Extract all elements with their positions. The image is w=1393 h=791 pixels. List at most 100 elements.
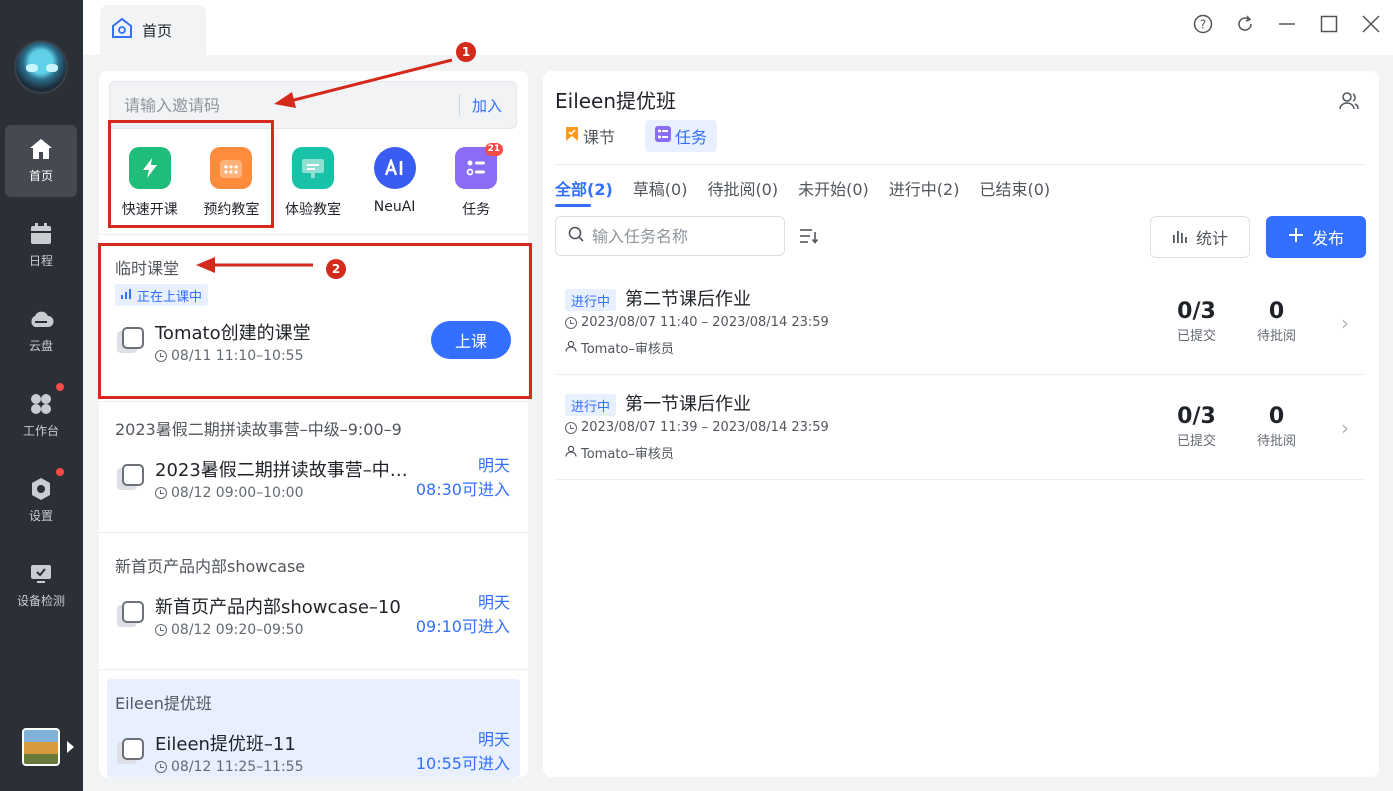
join-button[interactable]: 加入 bbox=[472, 95, 502, 116]
cloud-icon bbox=[28, 307, 54, 331]
app-label: 预约教室 bbox=[203, 202, 260, 218]
class-name[interactable]: 新首页产品内部showcase–10 bbox=[155, 593, 401, 619]
bar-chart-icon bbox=[1172, 228, 1188, 247]
classroom-icon bbox=[117, 601, 145, 629]
subtab-tasks[interactable]: 任务 bbox=[645, 120, 718, 152]
time-text: 08/11 11:10–10:55 bbox=[171, 348, 304, 364]
sidebar-item-cloud[interactable]: 云盘 bbox=[5, 295, 77, 367]
sidebar-item-label: 首页 bbox=[28, 169, 53, 183]
subtab-lessons[interactable]: 课节 bbox=[555, 120, 625, 152]
stats-button[interactable]: 统计 bbox=[1150, 216, 1250, 258]
time-text: 08/12 11:25–11:55 bbox=[171, 759, 304, 775]
task-row[interactable]: 进行中 第二节课后作业 2023/08/07 11:40 – 2023/08/1… bbox=[555, 271, 1365, 375]
filter-not-started[interactable]: 未开始(0) bbox=[798, 176, 869, 206]
live-status-label: 正在上课中 bbox=[137, 289, 203, 305]
start-class-button[interactable]: 上课 bbox=[431, 321, 511, 359]
book-room-icon bbox=[210, 147, 253, 189]
classroom-icon bbox=[117, 738, 145, 766]
search-icon bbox=[568, 226, 584, 246]
task-name: 第二节课后作业 bbox=[625, 289, 751, 310]
device-check-icon bbox=[28, 562, 54, 586]
tasks-icon: 21 bbox=[455, 143, 504, 189]
temp-class-name: Tomato创建的课堂 bbox=[155, 323, 311, 344]
task-user: Tomato–审核员 bbox=[565, 338, 674, 357]
app-neuai[interactable]: NeuAI bbox=[354, 141, 436, 231]
class-name[interactable]: 2023暑假二期拼读故事营–中… bbox=[155, 456, 408, 482]
user-text: Tomato–审核员 bbox=[581, 447, 674, 462]
submitted-label: 已提交 bbox=[1177, 434, 1217, 449]
sidebar-item-settings[interactable]: 设置 bbox=[5, 465, 77, 537]
submitted-count: 0/3 bbox=[1177, 299, 1216, 324]
classroom-icon bbox=[117, 327, 145, 355]
help-icon[interactable]: ? bbox=[1193, 14, 1213, 34]
subtab-label: 任务 bbox=[675, 128, 708, 147]
task-search-input[interactable] bbox=[592, 226, 762, 246]
minimize-icon[interactable] bbox=[1277, 14, 1297, 34]
sidebar-item-device-check[interactable]: 设备检测 bbox=[5, 550, 77, 622]
sidebar-item-schedule[interactable]: 日程 bbox=[5, 210, 77, 282]
quick-class-icon bbox=[128, 147, 171, 189]
app-quick-class[interactable]: 快速开课 bbox=[109, 141, 191, 231]
close-icon[interactable] bbox=[1361, 14, 1381, 34]
enter-label: 10:55可进入 bbox=[415, 754, 510, 773]
signal-bars-icon bbox=[121, 288, 133, 303]
tab-home[interactable]: 首页 bbox=[100, 5, 206, 55]
user-avatar[interactable] bbox=[14, 40, 68, 94]
sidebar-item-home[interactable]: 首页 bbox=[5, 125, 77, 197]
notification-dot bbox=[56, 383, 64, 391]
day-label: 明天 bbox=[477, 456, 510, 475]
home-icon bbox=[28, 137, 54, 161]
filter-in-progress[interactable]: 进行中(2) bbox=[889, 176, 960, 206]
sort-icon[interactable] bbox=[800, 228, 819, 244]
filter-all[interactable]: 全部(2) bbox=[555, 176, 613, 207]
app-tasks[interactable]: 21 任务 bbox=[435, 141, 517, 231]
sidebar-item-label: 设备检测 bbox=[16, 594, 65, 608]
home-tab-icon bbox=[112, 17, 132, 42]
invite-code-input[interactable] bbox=[124, 95, 447, 115]
bookmark-icon bbox=[565, 126, 579, 146]
app-trial-room[interactable]: 体验教室 bbox=[272, 141, 354, 231]
task-status-tag: 进行中 bbox=[565, 394, 617, 416]
sidebar: 首页 日程 云盘 工作台 设置 设备检测 bbox=[0, 0, 83, 791]
app-book-room[interactable]: 预约教室 bbox=[191, 141, 273, 231]
date-text: 2023/08/07 11:40 – 2023/08/14 23:59 bbox=[581, 315, 829, 330]
app-shortcuts: 快速开课 预约教室 体验教室 NeuAI 21 任务 bbox=[109, 141, 517, 231]
divider bbox=[99, 234, 528, 235]
sidebar-item-workbench[interactable]: 工作台 bbox=[5, 380, 77, 452]
enter-label: 09:10可进入 bbox=[415, 617, 510, 636]
filter-draft[interactable]: 草稿(0) bbox=[633, 176, 688, 206]
divider bbox=[99, 401, 528, 402]
chevron-right-icon[interactable]: › bbox=[1341, 311, 1349, 335]
refresh-icon[interactable] bbox=[1235, 14, 1255, 34]
submitted-stat: 0/3 已提交 bbox=[1177, 404, 1216, 449]
class-detail-panel: Eileen提优班 课节 任务 全部(2) 草稿(0) 待批阅(0) 未开始(0… bbox=[543, 71, 1379, 777]
task-row[interactable]: 进行中 第一节课后作业 2023/08/07 11:39 – 2023/08/1… bbox=[555, 376, 1365, 480]
pending-count: 0 bbox=[1268, 404, 1285, 429]
submitted-count: 0/3 bbox=[1177, 404, 1216, 429]
enter-time-info: 明天 08:30可进入 bbox=[416, 454, 510, 502]
expand-arrow-icon[interactable] bbox=[67, 741, 74, 753]
maximize-icon[interactable] bbox=[1319, 14, 1339, 34]
pending-label: 待批阅 bbox=[1257, 434, 1297, 449]
profile-thumbnail[interactable] bbox=[22, 728, 60, 766]
sidebar-item-label: 设置 bbox=[28, 509, 53, 523]
members-icon[interactable] bbox=[1339, 91, 1359, 111]
clock-icon bbox=[155, 350, 167, 362]
temp-class-time: 08/11 11:10–10:55 bbox=[155, 348, 304, 364]
app-label: 体验教室 bbox=[284, 202, 341, 218]
class-group-title: Eileen提优班 bbox=[115, 694, 212, 713]
sidebar-item-label: 日程 bbox=[28, 254, 53, 268]
pending-stat: 0 待批阅 bbox=[1257, 404, 1296, 449]
publish-button[interactable]: 发布 bbox=[1266, 216, 1366, 258]
chevron-right-icon[interactable]: › bbox=[1341, 416, 1349, 440]
filter-ended[interactable]: 已结束(0) bbox=[979, 176, 1050, 206]
class-name[interactable]: Eileen提优班–11 bbox=[155, 730, 296, 756]
publish-label: 发布 bbox=[1311, 229, 1344, 248]
annotation-marker-1: 1 bbox=[456, 42, 476, 62]
filter-pending-review[interactable]: 待批阅(0) bbox=[707, 176, 778, 206]
workbench-icon bbox=[28, 392, 54, 416]
clock-icon bbox=[155, 487, 167, 499]
submitted-stat: 0/3 已提交 bbox=[1177, 299, 1216, 344]
class-time: 08/12 09:00–10:00 bbox=[155, 485, 304, 501]
annotation-marker-2: 2 bbox=[326, 259, 346, 279]
